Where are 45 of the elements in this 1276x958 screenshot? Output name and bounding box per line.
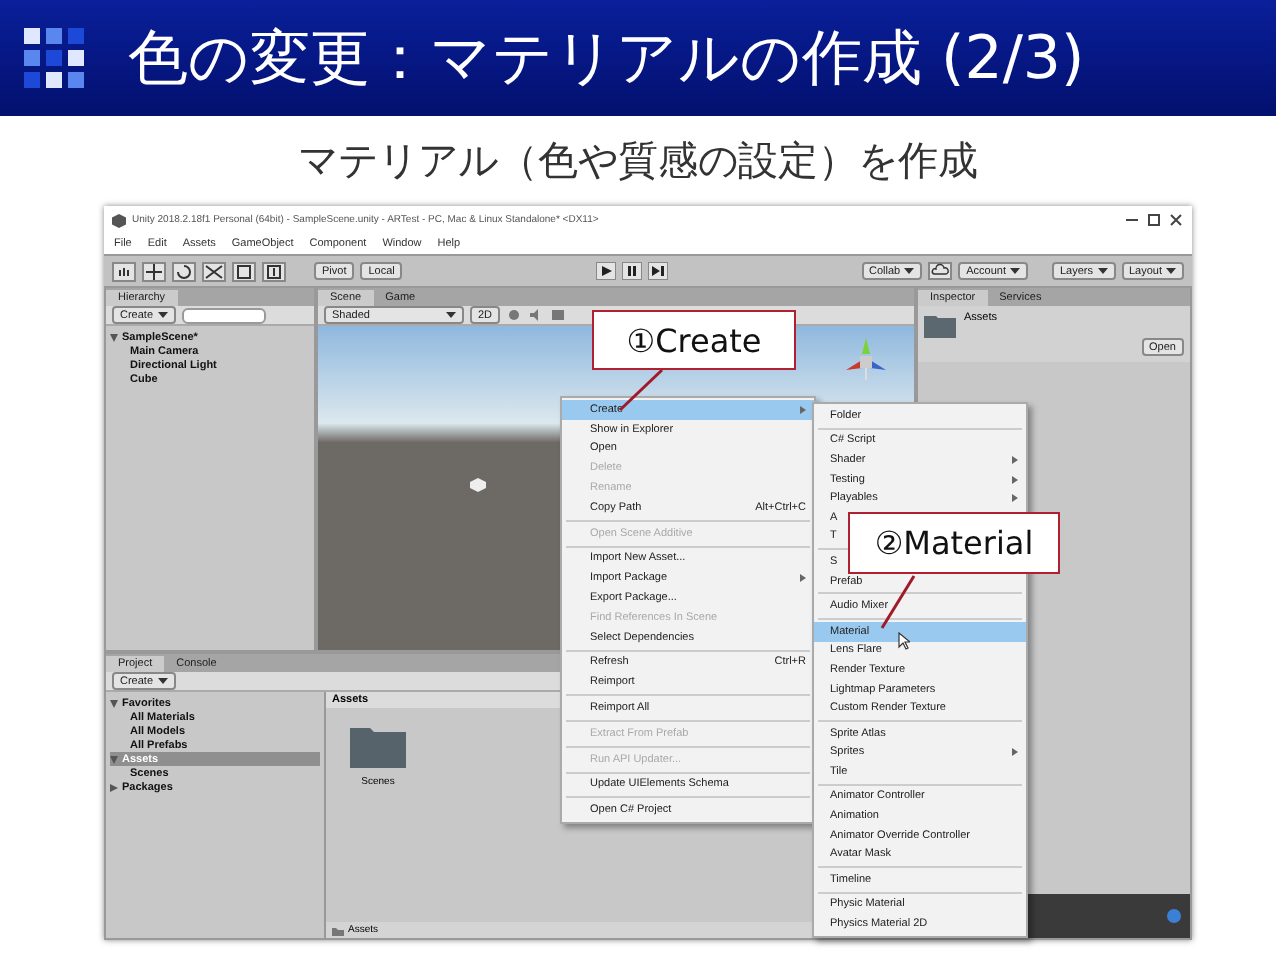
play-icon[interactable] bbox=[595, 262, 616, 280]
submenu-arrow-icon bbox=[1012, 494, 1018, 503]
dropdown-caret-icon bbox=[1009, 267, 1020, 275]
toggle-icon[interactable] bbox=[1166, 908, 1182, 924]
scale-tool-icon[interactable] bbox=[202, 261, 226, 281]
submenu-arrow-icon bbox=[1012, 455, 1018, 464]
submenu-arrow-icon bbox=[800, 574, 806, 583]
search-field[interactable] bbox=[181, 307, 266, 323]
cube-drawing bbox=[468, 476, 488, 492]
minimize-icon[interactable] bbox=[1124, 214, 1140, 226]
mouse-cursor-icon bbox=[898, 632, 910, 650]
step-icon[interactable] bbox=[647, 262, 668, 280]
folder-icon bbox=[924, 312, 956, 338]
dropdown-caret-icon bbox=[157, 311, 168, 319]
pause-icon[interactable] bbox=[621, 262, 642, 280]
folder-icon bbox=[332, 925, 344, 935]
leader-line bbox=[618, 368, 664, 412]
dropdown-caret-icon bbox=[446, 311, 456, 319]
folder-icon[interactable] bbox=[350, 724, 406, 768]
light-icon[interactable] bbox=[506, 308, 523, 322]
dropdown-caret-icon bbox=[157, 677, 168, 685]
expand-arrow-icon[interactable] bbox=[110, 333, 118, 341]
expand-arrow-icon[interactable] bbox=[110, 783, 118, 791]
image-icon[interactable] bbox=[550, 308, 567, 322]
submenu-arrow-icon bbox=[800, 405, 806, 414]
dropdown-caret-icon bbox=[904, 267, 915, 275]
submenu-arrow-icon bbox=[1012, 475, 1018, 484]
rect-tool-icon[interactable] bbox=[232, 261, 256, 281]
close-icon[interactable] bbox=[1168, 214, 1184, 226]
slide-subtitle: マテリアル（色や質感の設定）を作成 bbox=[298, 134, 978, 188]
slide-title: 色の変更：マテリアルの作成 (2/3) bbox=[128, 21, 1085, 97]
cloud-icon[interactable] bbox=[928, 262, 953, 280]
maximize-icon[interactable] bbox=[1146, 214, 1162, 226]
unity-logo-icon bbox=[112, 213, 126, 227]
logo-grid-icon bbox=[24, 28, 84, 88]
dropdown-caret-icon bbox=[1097, 267, 1107, 275]
callout-label: ②Material bbox=[848, 512, 1060, 574]
callout-label: ①Create bbox=[592, 310, 796, 370]
dropdown-caret-icon bbox=[1166, 267, 1177, 275]
move-tool-icon[interactable] bbox=[142, 261, 166, 281]
scene-gizmo-drawing[interactable] bbox=[842, 338, 890, 382]
transform-tool-icon[interactable] bbox=[262, 261, 286, 281]
submenu-arrow-icon bbox=[1012, 748, 1018, 757]
expand-arrow-icon[interactable] bbox=[110, 699, 118, 707]
rotate-tool-icon[interactable] bbox=[172, 261, 196, 281]
